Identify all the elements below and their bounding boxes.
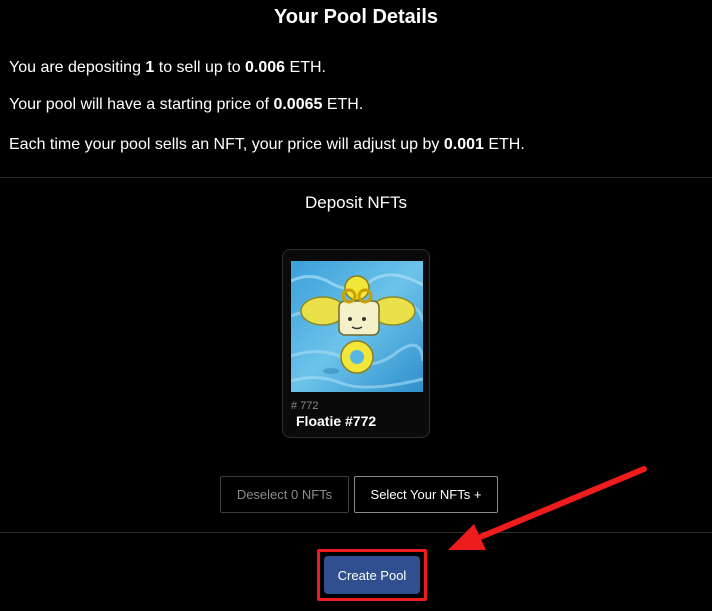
price-delta-value: 0.001 xyxy=(443,136,484,153)
create-pool-button[interactable]: Create Pool xyxy=(324,556,420,594)
sell-up-to-value: 0.006 xyxy=(245,59,286,76)
nft-image xyxy=(291,261,423,392)
select-nfts-button[interactable]: Select Your NFTs + xyxy=(354,476,498,513)
deposit-summary-line: You are depositing 1 to sell up to 0.006… xyxy=(9,59,326,76)
deposit-nfts-heading: Deposit NFTs xyxy=(304,193,408,212)
deselect-nfts-button[interactable]: Deselect 0 NFTs xyxy=(220,476,349,513)
starting-price-value: 0.0065 xyxy=(273,96,323,113)
nft-token-id: # 772 xyxy=(291,400,319,412)
section-divider xyxy=(0,177,712,178)
deposit-amount: 1 xyxy=(145,59,155,76)
starting-price-line: Your pool will have a starting price of … xyxy=(9,96,364,113)
nft-card[interactable]: # 772 Floatie #772 xyxy=(282,249,430,438)
footer-divider xyxy=(0,532,712,533)
nft-name: Floatie #772 xyxy=(296,413,377,429)
price-adjust-line: Each time your pool sells an NFT, your p… xyxy=(9,136,525,153)
pool-details-title: Your Pool Details xyxy=(273,6,439,28)
